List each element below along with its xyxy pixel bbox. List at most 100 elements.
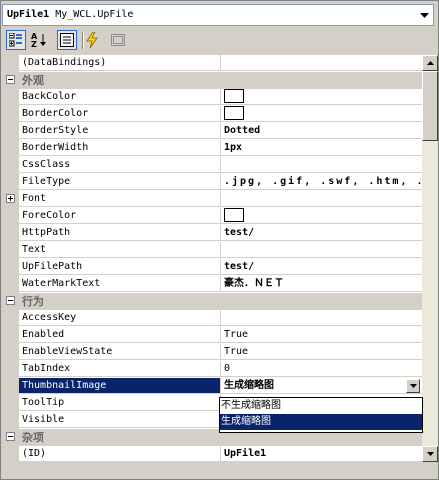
property-value-text: 豪杰．ＮＥＴ	[224, 278, 284, 289]
property-value[interactable]	[221, 55, 422, 71]
property-name[interactable]: FileType	[19, 174, 221, 190]
collapse-icon[interactable]	[6, 296, 15, 305]
property-value[interactable]: 生成缩略图	[221, 378, 422, 394]
property-name[interactable]: Font	[19, 191, 221, 207]
property-name[interactable]: BackColor	[19, 89, 221, 105]
property-row-upfilepath[interactable]: UpFilePath test/	[2, 259, 422, 276]
events-button[interactable]	[82, 30, 102, 50]
property-name[interactable]: BorderWidth	[19, 140, 221, 156]
property-row-text[interactable]: Text	[2, 242, 422, 259]
property-row-enabled[interactable]: Enabled True	[2, 327, 422, 344]
property-value[interactable]: 0	[221, 361, 422, 377]
property-value[interactable]: UpFile1	[221, 446, 422, 462]
expand-icon[interactable]	[6, 194, 15, 203]
row-gutter	[2, 310, 19, 327]
property-row-id[interactable]: (ID) UpFile1	[2, 446, 422, 462]
row-gutter	[2, 225, 19, 242]
property-name[interactable]: AccessKey	[19, 310, 221, 326]
property-row-enableviewstate[interactable]: EnableViewState True	[2, 344, 422, 361]
category-label: 行为	[22, 295, 44, 308]
property-row-databindings[interactable]: (DataBindings)	[2, 55, 422, 72]
property-value[interactable]: True	[221, 327, 422, 343]
object-selector[interactable]: UpFile1 My_WCL.UpFile	[2, 4, 434, 26]
category-row[interactable]: 行为	[2, 293, 422, 310]
row-gutter	[2, 191, 19, 208]
property-value[interactable]: True	[221, 344, 422, 360]
property-name[interactable]: ForeColor	[19, 208, 221, 224]
property-value[interactable]	[221, 157, 422, 173]
property-name[interactable]: EnableViewState	[19, 344, 221, 360]
property-row-borderwidth[interactable]: BorderWidth 1px	[2, 140, 422, 157]
categorized-button[interactable]	[6, 30, 26, 50]
property-row-borderstyle[interactable]: BorderStyle Dotted	[2, 123, 422, 140]
dropdown-option-no-thumbnail[interactable]: 不生成缩略图	[220, 398, 422, 414]
collapse-icon[interactable]	[6, 75, 15, 84]
property-value[interactable]: 豪杰．ＮＥＴ	[221, 276, 422, 292]
property-value[interactable]: Dotted	[221, 123, 422, 139]
property-row-accesskey[interactable]: AccessKey	[2, 310, 422, 327]
property-name[interactable]: Enabled	[19, 327, 221, 343]
property-name[interactable]: TabIndex	[19, 361, 221, 377]
property-name[interactable]: ThumbnailImage	[19, 378, 221, 394]
property-value[interactable]	[221, 242, 422, 258]
properties-button[interactable]	[57, 30, 77, 50]
property-value[interactable]: test/	[221, 225, 422, 241]
property-name[interactable]: (DataBindings)	[19, 55, 221, 71]
property-value[interactable]	[221, 89, 422, 105]
color-swatch	[224, 106, 244, 120]
property-pages-icon	[111, 34, 125, 46]
property-row-bordercolor[interactable]: BorderColor	[2, 106, 422, 123]
property-name[interactable]: BorderColor	[19, 106, 221, 122]
property-value[interactable]: .jpg, .gif, .swf, .htm, .js,	[221, 174, 422, 190]
property-row-backcolor[interactable]: BackColor	[2, 89, 422, 106]
alphabetical-button[interactable]: A Z	[29, 30, 49, 50]
dropdown-option-thumbnail[interactable]: 生成缩略图	[220, 414, 422, 430]
row-gutter	[2, 174, 19, 191]
property-pages-button[interactable]	[108, 30, 128, 50]
property-value[interactable]: test/	[221, 259, 422, 275]
property-value[interactable]	[221, 191, 422, 207]
chevron-down-icon[interactable]	[406, 379, 420, 393]
vertical-scrollbar[interactable]	[422, 55, 438, 462]
property-row-tabindex[interactable]: TabIndex 0	[2, 361, 422, 378]
property-value-text: UpFile1	[224, 448, 267, 459]
property-name[interactable]: CssClass	[19, 157, 221, 173]
description-pane-edge	[1, 462, 438, 479]
thumbnail-dropdown-list: 不生成缩略图 生成缩略图	[219, 397, 423, 433]
row-gutter	[2, 157, 19, 174]
property-value[interactable]	[221, 106, 422, 122]
alphabetical-icon: A Z	[31, 32, 46, 48]
property-row-forecolor[interactable]: ForeColor	[2, 208, 422, 225]
property-row-watermarktext[interactable]: WaterMarkText 豪杰．ＮＥＴ	[2, 276, 422, 293]
scroll-up-button[interactable]	[422, 55, 438, 71]
chevron-down-icon[interactable]	[415, 5, 433, 25]
scroll-thumb[interactable]	[422, 71, 438, 141]
row-gutter	[2, 344, 19, 361]
property-name[interactable]: Text	[19, 242, 221, 258]
property-value[interactable]: 1px	[221, 140, 422, 156]
scroll-down-button[interactable]	[422, 446, 438, 462]
collapse-icon[interactable]	[6, 432, 15, 441]
property-name[interactable]: ToolTip	[19, 395, 221, 411]
property-name[interactable]: BorderStyle	[19, 123, 221, 139]
property-name[interactable]: Visible	[19, 412, 221, 428]
property-name[interactable]: UpFilePath	[19, 259, 221, 275]
property-value-text: test/	[224, 261, 255, 272]
property-row-thumbnailimage[interactable]: ThumbnailImage 生成缩略图	[2, 378, 422, 395]
property-value[interactable]	[221, 208, 422, 224]
properties-window: UpFile1 My_WCL.UpFile A Z (DataBindings)…	[0, 0, 439, 480]
property-name[interactable]: WaterMarkText	[19, 276, 221, 292]
arrow-up-icon	[426, 61, 434, 65]
property-row-cssclass[interactable]: CssClass	[2, 157, 422, 174]
row-gutter	[2, 276, 19, 293]
color-swatch	[224, 208, 244, 222]
property-row-filetype[interactable]: FileType.jpg, .gif, .swf, .htm, .js,	[2, 174, 422, 191]
category-row[interactable]: 外观	[2, 72, 422, 89]
property-row-font[interactable]: Font	[2, 191, 422, 208]
property-row-httppath[interactable]: HttpPath test/	[2, 225, 422, 242]
toolbar-separator	[82, 32, 84, 49]
property-name[interactable]: (ID)	[19, 446, 221, 462]
property-value[interactable]	[221, 310, 422, 326]
property-name[interactable]: HttpPath	[19, 225, 221, 241]
events-icon	[86, 32, 98, 48]
